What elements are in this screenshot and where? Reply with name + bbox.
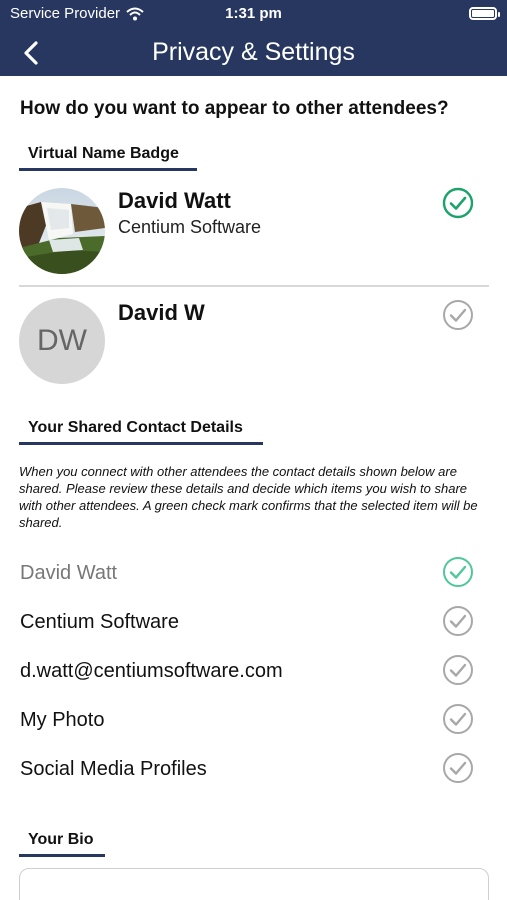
name-badge-underline	[19, 168, 197, 171]
badge-name: David W	[118, 300, 205, 325]
contact-details-underline	[19, 442, 263, 445]
check-unselected-icon[interactable]	[442, 654, 474, 686]
page-title: Privacy & Settings	[152, 38, 355, 66]
check-unselected-icon[interactable]	[442, 605, 474, 637]
contact-item-photo: My Photo	[20, 709, 105, 731]
top-bar: Service Provider 1:31 pm Privacy & Setti…	[0, 0, 507, 76]
check-selected-icon[interactable]	[442, 187, 474, 219]
check-unselected-icon[interactable]	[442, 299, 474, 331]
bio-heading-text: Your Bio	[28, 831, 94, 848]
check-selected-icon[interactable]	[442, 556, 474, 588]
bio-heading: Your Bio	[19, 831, 105, 857]
check-unselected-icon[interactable]	[442, 703, 474, 735]
contact-item-email: d.watt@centiumsoftware.com	[20, 660, 283, 682]
contact-item-company: Centium Software	[20, 611, 179, 633]
badge-option-short-name[interactable]: DW David W	[0, 298, 507, 388]
status-bar: Service Provider 1:31 pm	[0, 0, 507, 28]
avatar-initials-text: DW	[37, 324, 87, 357]
appearance-question: How do you want to appear to other atten…	[20, 98, 449, 119]
battery-icon	[469, 7, 500, 20]
contact-details-heading: Your Shared Contact Details	[19, 419, 263, 445]
avatar-initials: DW	[19, 298, 105, 384]
contact-notice: When you connect with other attendees th…	[19, 464, 478, 530]
bio-input[interactable]	[19, 868, 489, 900]
badge-name: David Watt	[118, 188, 231, 213]
check-unselected-icon[interactable]	[442, 752, 474, 784]
status-time: 1:31 pm	[225, 5, 282, 22]
badge-option-full-name[interactable]: David Watt Centium Software	[0, 186, 507, 278]
contact-item-social: Social Media Profiles	[20, 758, 207, 780]
contact-details-heading-text: Your Shared Contact Details	[28, 419, 243, 436]
nav-bar: Privacy & Settings	[0, 28, 507, 76]
name-badge-heading: Virtual Name Badge	[19, 145, 197, 171]
badge-company: Centium Software	[118, 217, 262, 237]
avatar-photo	[19, 188, 105, 274]
badge-divider	[19, 285, 489, 287]
bio-underline	[19, 854, 105, 857]
name-badge-heading-text: Virtual Name Badge	[28, 145, 179, 162]
contact-item-name: David Watt	[20, 562, 118, 584]
